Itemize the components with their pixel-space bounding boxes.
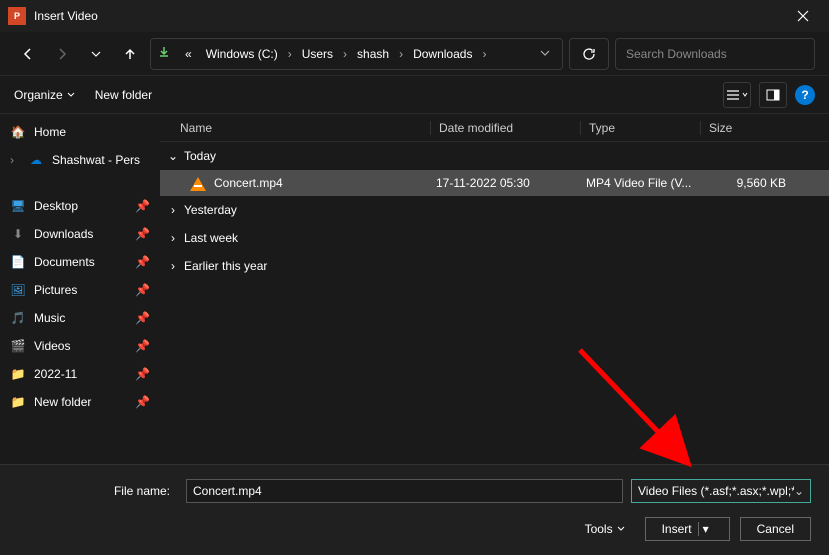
file-row[interactable]: Concert.mp4 17-11-2022 05:30 MP4 Video F… [160,170,829,196]
pictures-icon: 🖼 [10,283,26,297]
nav-bar: « Windows (C:) › Users › shash › Downloads ›… [0,32,829,76]
chevron-right-icon: › [399,47,403,61]
chevron-right-icon: › [343,47,347,61]
forward-button[interactable] [48,40,76,68]
window-title: Insert Video [34,9,781,23]
pin-icon: 📌 [135,199,150,213]
file-name: Concert.mp4 [214,176,436,190]
breadcrumb-seg[interactable]: Windows (C:) [202,47,282,61]
sidebar-videos[interactable]: 🎬Videos📌 [0,332,160,360]
folder-icon: 📁 [10,395,26,409]
file-size: 9,560 KB [706,176,786,190]
cloud-icon: ☁ [28,153,44,167]
vlc-icon [190,175,206,191]
view-list-button[interactable] [723,82,751,108]
sidebar-pictures[interactable]: 🖼Pictures📌 [0,276,160,304]
sidebar-home[interactable]: 🏠 Home [0,118,160,146]
chevron-right-icon: › [166,231,180,245]
dialog-footer: File name: Video Files (*.asf;*.asx;*.wp… [0,464,829,555]
file-date: 17-11-2022 05:30 [436,176,586,190]
refresh-button[interactable] [569,38,609,70]
breadcrumb-seg[interactable]: Users [298,47,337,61]
chevron-right-icon: › [482,47,486,61]
pin-icon: 📌 [135,255,150,269]
chevron-down-icon: ⌄ [166,149,180,163]
sidebar-documents[interactable]: 📄Documents📌 [0,248,160,276]
chevron-right-icon: › [288,47,292,61]
col-type[interactable]: Type [580,121,700,135]
up-button[interactable] [116,40,144,68]
chevron-right-icon: › [166,259,180,273]
sidebar-music[interactable]: 🎵Music📌 [0,304,160,332]
filename-label: File name: [18,484,178,498]
sidebar-folder-new[interactable]: 📁New folder📌 [0,388,160,416]
pin-icon: 📌 [135,227,150,241]
chevron-right-icon: › [166,203,180,217]
search-placeholder: Search Downloads [626,47,727,61]
chevron-right-icon: › [10,153,20,167]
title-bar: P Insert Video [0,0,829,32]
desktop-icon: 🖥 [10,199,26,213]
pin-icon: 📌 [135,339,150,353]
command-bar: Organize New folder ? [0,76,829,114]
filter-text: Video Files (*.asf;*.asx;*.wpl;*.w [638,484,794,498]
preview-pane-button[interactable] [759,82,787,108]
folder-icon: 📁 [10,367,26,381]
insert-dropdown-icon[interactable]: ▾ [698,522,713,536]
chevron-down-icon: ⌄ [794,484,804,498]
home-icon: 🏠 [10,125,26,139]
address-dropdown-icon[interactable] [534,47,556,61]
help-button[interactable]: ? [795,85,815,105]
close-button[interactable] [781,0,825,32]
main-area: 🏠 Home › ☁ Shashwat - Pers 🖥Desktop📌 ⬇Do… [0,114,829,464]
document-icon: 📄 [10,255,26,269]
col-size[interactable]: Size [700,121,780,135]
sidebar-downloads[interactable]: ⬇Downloads📌 [0,220,160,248]
breadcrumb-seg[interactable]: shash [353,47,393,61]
file-type-filter[interactable]: Video Files (*.asf;*.asx;*.wpl;*.w ⌄ [631,479,811,503]
pin-icon: 📌 [135,367,150,381]
group-today[interactable]: ⌄Today [160,142,829,170]
column-headers[interactable]: Name Date modified Type Size [160,114,829,142]
filename-input[interactable] [186,479,623,503]
powerpoint-icon: P [8,7,26,25]
insert-button[interactable]: Insert ▾ [645,517,730,541]
music-icon: 🎵 [10,311,26,325]
group-yesterday[interactable]: ›Yesterday [160,196,829,224]
tools-menu[interactable]: Tools [585,522,625,536]
file-type: MP4 Video File (V... [586,176,706,190]
cancel-button[interactable]: Cancel [740,517,811,541]
sidebar-folder-2022-11[interactable]: 📁2022-11📌 [0,360,160,388]
download-icon: ⬇ [10,227,26,241]
sidebar-desktop[interactable]: 🖥Desktop📌 [0,192,160,220]
sidebar-onedrive[interactable]: › ☁ Shashwat - Pers [0,146,160,174]
address-bar[interactable]: « Windows (C:) › Users › shash › Downloads › [150,38,563,70]
search-input[interactable]: Search Downloads [615,38,815,70]
pin-icon: 📌 [135,395,150,409]
downloads-folder-icon [157,45,171,62]
video-icon: 🎬 [10,339,26,353]
group-earlier-year[interactable]: ›Earlier this year [160,252,829,280]
back-button[interactable] [14,40,42,68]
recent-dropdown[interactable] [82,40,110,68]
group-last-week[interactable]: ›Last week [160,224,829,252]
pin-icon: 📌 [135,311,150,325]
file-list: Name Date modified Type Size ⌄Today Conc… [160,114,829,464]
pin-icon: 📌 [135,283,150,297]
sidebar: 🏠 Home › ☁ Shashwat - Pers 🖥Desktop📌 ⬇Do… [0,114,160,464]
col-date[interactable]: Date modified [430,121,580,135]
new-folder-button[interactable]: New folder [95,88,152,102]
organize-menu[interactable]: Organize [14,88,75,102]
breadcrumb-seg[interactable]: Downloads [409,47,476,61]
col-name[interactable]: Name [180,121,430,135]
breadcrumb-prefix: « [181,47,196,61]
